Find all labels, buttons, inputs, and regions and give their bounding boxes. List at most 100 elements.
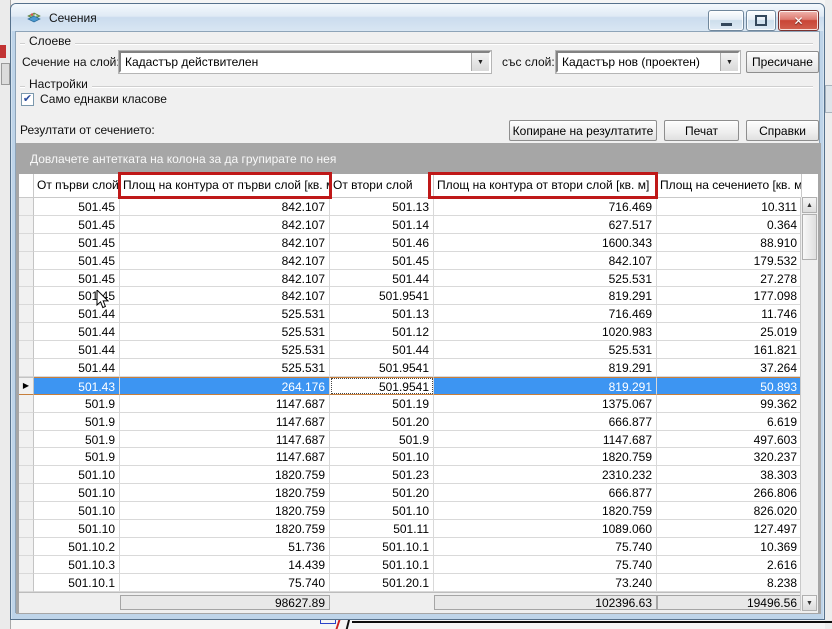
grid-cell[interactable]: 501.44: [34, 341, 120, 359]
titlebar[interactable]: Сечения ✕: [11, 4, 824, 31]
grid-cell[interactable]: 38.303: [657, 466, 802, 484]
grid-cell[interactable]: 501.10: [34, 520, 120, 538]
grid-cell[interactable]: 27.278: [657, 270, 802, 288]
grid-cell[interactable]: 88.910: [657, 234, 802, 252]
grid-cell[interactable]: 501.46: [330, 234, 434, 252]
grid-cell[interactable]: 75.740: [120, 574, 330, 592]
grid-cell[interactable]: 501.10: [330, 502, 434, 520]
grid-cell[interactable]: 819.291: [434, 287, 657, 305]
grid-cell[interactable]: 1020.983: [434, 323, 657, 341]
grid-cell[interactable]: 501.45: [330, 252, 434, 270]
row-indicator[interactable]: [19, 395, 34, 413]
table-row[interactable]: 501.44525.531501.9541819.29137.264: [19, 359, 818, 377]
row-indicator[interactable]: [19, 216, 34, 234]
grid-cell[interactable]: 501.10: [34, 502, 120, 520]
row-indicator[interactable]: [19, 574, 34, 592]
grid-cell[interactable]: 75.740: [434, 556, 657, 574]
row-indicator[interactable]: [19, 448, 34, 466]
grid-cell[interactable]: 501.9: [34, 431, 120, 449]
grid-cell[interactable]: 501.12: [330, 323, 434, 341]
table-row[interactable]: 501.44525.531501.44525.531161.821: [19, 341, 818, 359]
grid-cell[interactable]: 320.237: [657, 448, 802, 466]
grid-cell[interactable]: 842.107: [120, 216, 330, 234]
grid-cell[interactable]: 501.44: [34, 305, 120, 323]
grid-cell[interactable]: 1147.687: [120, 395, 330, 413]
row-indicator[interactable]: [19, 198, 34, 216]
print-button[interactable]: Печат: [664, 120, 739, 141]
grid-cell[interactable]: 1820.759: [120, 520, 330, 538]
first-layer-combobox[interactable]: Кадастър действителен ▼: [119, 51, 491, 73]
close-button[interactable]: ✕: [778, 10, 819, 31]
grid-cell[interactable]: 842.107: [120, 252, 330, 270]
table-row[interactable]: 501.45842.107501.45842.107179.532: [19, 252, 818, 270]
grid-cell[interactable]: 842.107: [120, 234, 330, 252]
grid-column-header[interactable]: Площ на контура от първи слой [кв. м]: [120, 174, 330, 197]
table-row[interactable]: 501.45842.107501.14627.5170.364: [19, 216, 818, 234]
grid-cell[interactable]: 501.10.2: [34, 538, 120, 556]
grid-cell[interactable]: 1820.759: [120, 484, 330, 502]
grid-cell[interactable]: 525.531: [120, 305, 330, 323]
copy-results-button[interactable]: Копиране на резултатите: [509, 120, 657, 141]
table-row[interactable]: 501.45842.107501.9541819.291177.098: [19, 287, 818, 305]
grid-cell[interactable]: 819.291: [434, 359, 657, 377]
table-row[interactable]: 501.91147.687501.91147.687497.603: [19, 431, 818, 449]
grid-cell[interactable]: 501.9541: [330, 287, 434, 305]
grid-cell[interactable]: 842.107: [120, 198, 330, 216]
grid-cell[interactable]: 73.240: [434, 574, 657, 592]
grid-cell[interactable]: 264.176: [120, 377, 330, 395]
table-row[interactable]: 501.44525.531501.13716.46911.746: [19, 305, 818, 323]
row-indicator[interactable]: [19, 252, 34, 270]
grid-cell[interactable]: 127.497: [657, 520, 802, 538]
grid-column-header[interactable]: Площ на контура от втори слой [кв. м]: [434, 174, 657, 197]
table-row[interactable]: 501.101820.759501.111089.060127.497: [19, 520, 818, 538]
grid-cell[interactable]: 501.9: [34, 448, 120, 466]
grid-cell[interactable]: 177.098: [657, 287, 802, 305]
grid-cell[interactable]: 10.311: [657, 198, 802, 216]
grid-cell[interactable]: 8.238: [657, 574, 802, 592]
grid-cell[interactable]: 161.821: [657, 341, 802, 359]
grid-cell[interactable]: 525.531: [120, 323, 330, 341]
reports-button[interactable]: Справки: [746, 120, 819, 141]
grid-cell[interactable]: 501.20: [330, 484, 434, 502]
grid-cell[interactable]: 1147.687: [120, 431, 330, 449]
grid-cell[interactable]: 501.44: [330, 270, 434, 288]
grid-cell[interactable]: 2.616: [657, 556, 802, 574]
table-row[interactable]: 501.44525.531501.121020.98325.019: [19, 323, 818, 341]
grid-cell[interactable]: 25.019: [657, 323, 802, 341]
grid-cell[interactable]: 75.740: [434, 538, 657, 556]
grid-cell[interactable]: 501.44: [34, 323, 120, 341]
vertical-scrollbar[interactable]: ▲ ▼: [800, 197, 818, 611]
chevron-down-icon[interactable]: ▼: [471, 53, 489, 71]
grid-cell[interactable]: 501.20.1: [330, 574, 434, 592]
grid-cell[interactable]: 501.45: [34, 216, 120, 234]
grid-cell[interactable]: 1820.759: [120, 502, 330, 520]
grid-cell[interactable]: 501.45: [34, 287, 120, 305]
grid-cell[interactable]: 501.10.1: [330, 538, 434, 556]
grid-cell[interactable]: 501.20: [330, 413, 434, 431]
grid-cell[interactable]: 1820.759: [434, 448, 657, 466]
grid-cell[interactable]: 501.44: [34, 359, 120, 377]
row-indicator[interactable]: [19, 359, 34, 377]
grid-cell[interactable]: 1820.759: [434, 502, 657, 520]
grid-cell[interactable]: 266.806: [657, 484, 802, 502]
grid-cell[interactable]: 501.9: [34, 413, 120, 431]
grid-cell[interactable]: 6.619: [657, 413, 802, 431]
grid-cell[interactable]: 501.43: [34, 377, 120, 395]
grid-cell[interactable]: 1089.060: [434, 520, 657, 538]
grid-cell[interactable]: 501.45: [34, 270, 120, 288]
grid-cell[interactable]: 50.893: [657, 377, 802, 395]
row-indicator[interactable]: [19, 287, 34, 305]
table-row[interactable]: 501.91147.687501.191375.06799.362: [19, 395, 818, 413]
row-indicator[interactable]: [19, 520, 34, 538]
grid-cell[interactable]: 842.107: [120, 287, 330, 305]
grid-cell[interactable]: 14.439: [120, 556, 330, 574]
grid-cell[interactable]: 501.10.3: [34, 556, 120, 574]
grid-cell[interactable]: 1600.343: [434, 234, 657, 252]
row-indicator[interactable]: ▶: [19, 377, 34, 395]
grid-cell[interactable]: 501.45: [34, 234, 120, 252]
row-indicator[interactable]: [19, 431, 34, 449]
scroll-down-icon[interactable]: ▼: [802, 595, 817, 611]
grid-cell[interactable]: 0.364: [657, 216, 802, 234]
table-row[interactable]: 501.91147.687501.20666.8776.619: [19, 413, 818, 431]
grid-cell[interactable]: 525.531: [434, 270, 657, 288]
